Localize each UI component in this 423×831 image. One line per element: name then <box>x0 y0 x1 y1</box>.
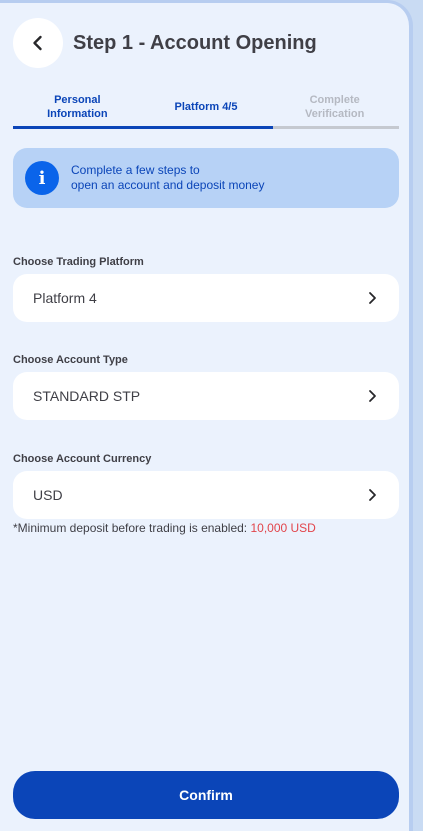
tab-label: Platform 4/5 <box>174 101 238 113</box>
back-button[interactable] <box>13 18 63 68</box>
minimum-deposit-amount: 10,000 USD <box>250 521 316 535</box>
tab-complete-verification[interactable]: Complete Verification <box>270 85 399 129</box>
info-text: Complete a few steps to open an account … <box>71 163 264 193</box>
chevron-right-icon <box>369 390 376 402</box>
platform-label: Choose Trading Platform <box>13 256 144 268</box>
account-type-select[interactable]: STANDARD STP <box>13 372 399 420</box>
tab-progress-indicator <box>13 126 273 129</box>
note-text: *Minimum deposit before trading is enabl… <box>13 521 251 535</box>
tab-personal-information[interactable]: Personal Information <box>13 85 142 129</box>
step-tabs: Personal Information Platform 4/5 Comple… <box>13 85 399 129</box>
platform-value: Platform 4 <box>33 290 97 306</box>
header: Step 1 - Account Opening <box>13 17 399 69</box>
info-banner: i Complete a few steps to open an accoun… <box>13 148 399 208</box>
currency-value: USD <box>33 487 63 503</box>
info-line1: Complete a few steps to <box>71 163 200 177</box>
tab-label-line1: Personal <box>54 94 101 106</box>
tab-label-line1: Complete <box>309 94 360 106</box>
chevron-right-icon <box>369 489 376 501</box>
chevron-left-icon <box>33 35 42 51</box>
currency-select[interactable]: USD <box>13 471 399 519</box>
tab-label-line2: Verification <box>305 108 365 120</box>
info-icon: i <box>25 161 59 195</box>
app-screen: Step 1 - Account Opening Personal Inform… <box>0 0 413 831</box>
confirm-button[interactable]: Confirm <box>13 771 399 819</box>
platform-select[interactable]: Platform 4 <box>13 274 399 322</box>
currency-label: Choose Account Currency <box>13 453 152 465</box>
minimum-deposit-note: *Minimum deposit before trading is enabl… <box>13 521 316 535</box>
account-type-label: Choose Account Type <box>13 354 128 366</box>
account-type-value: STANDARD STP <box>33 388 141 404</box>
info-line2: open an account and deposit money <box>71 178 265 192</box>
tab-platform[interactable]: Platform 4/5 <box>142 85 271 129</box>
tab-label-line2: Information <box>47 108 108 120</box>
chevron-right-icon <box>369 292 376 304</box>
page-title: Step 1 - Account Opening <box>73 31 317 54</box>
